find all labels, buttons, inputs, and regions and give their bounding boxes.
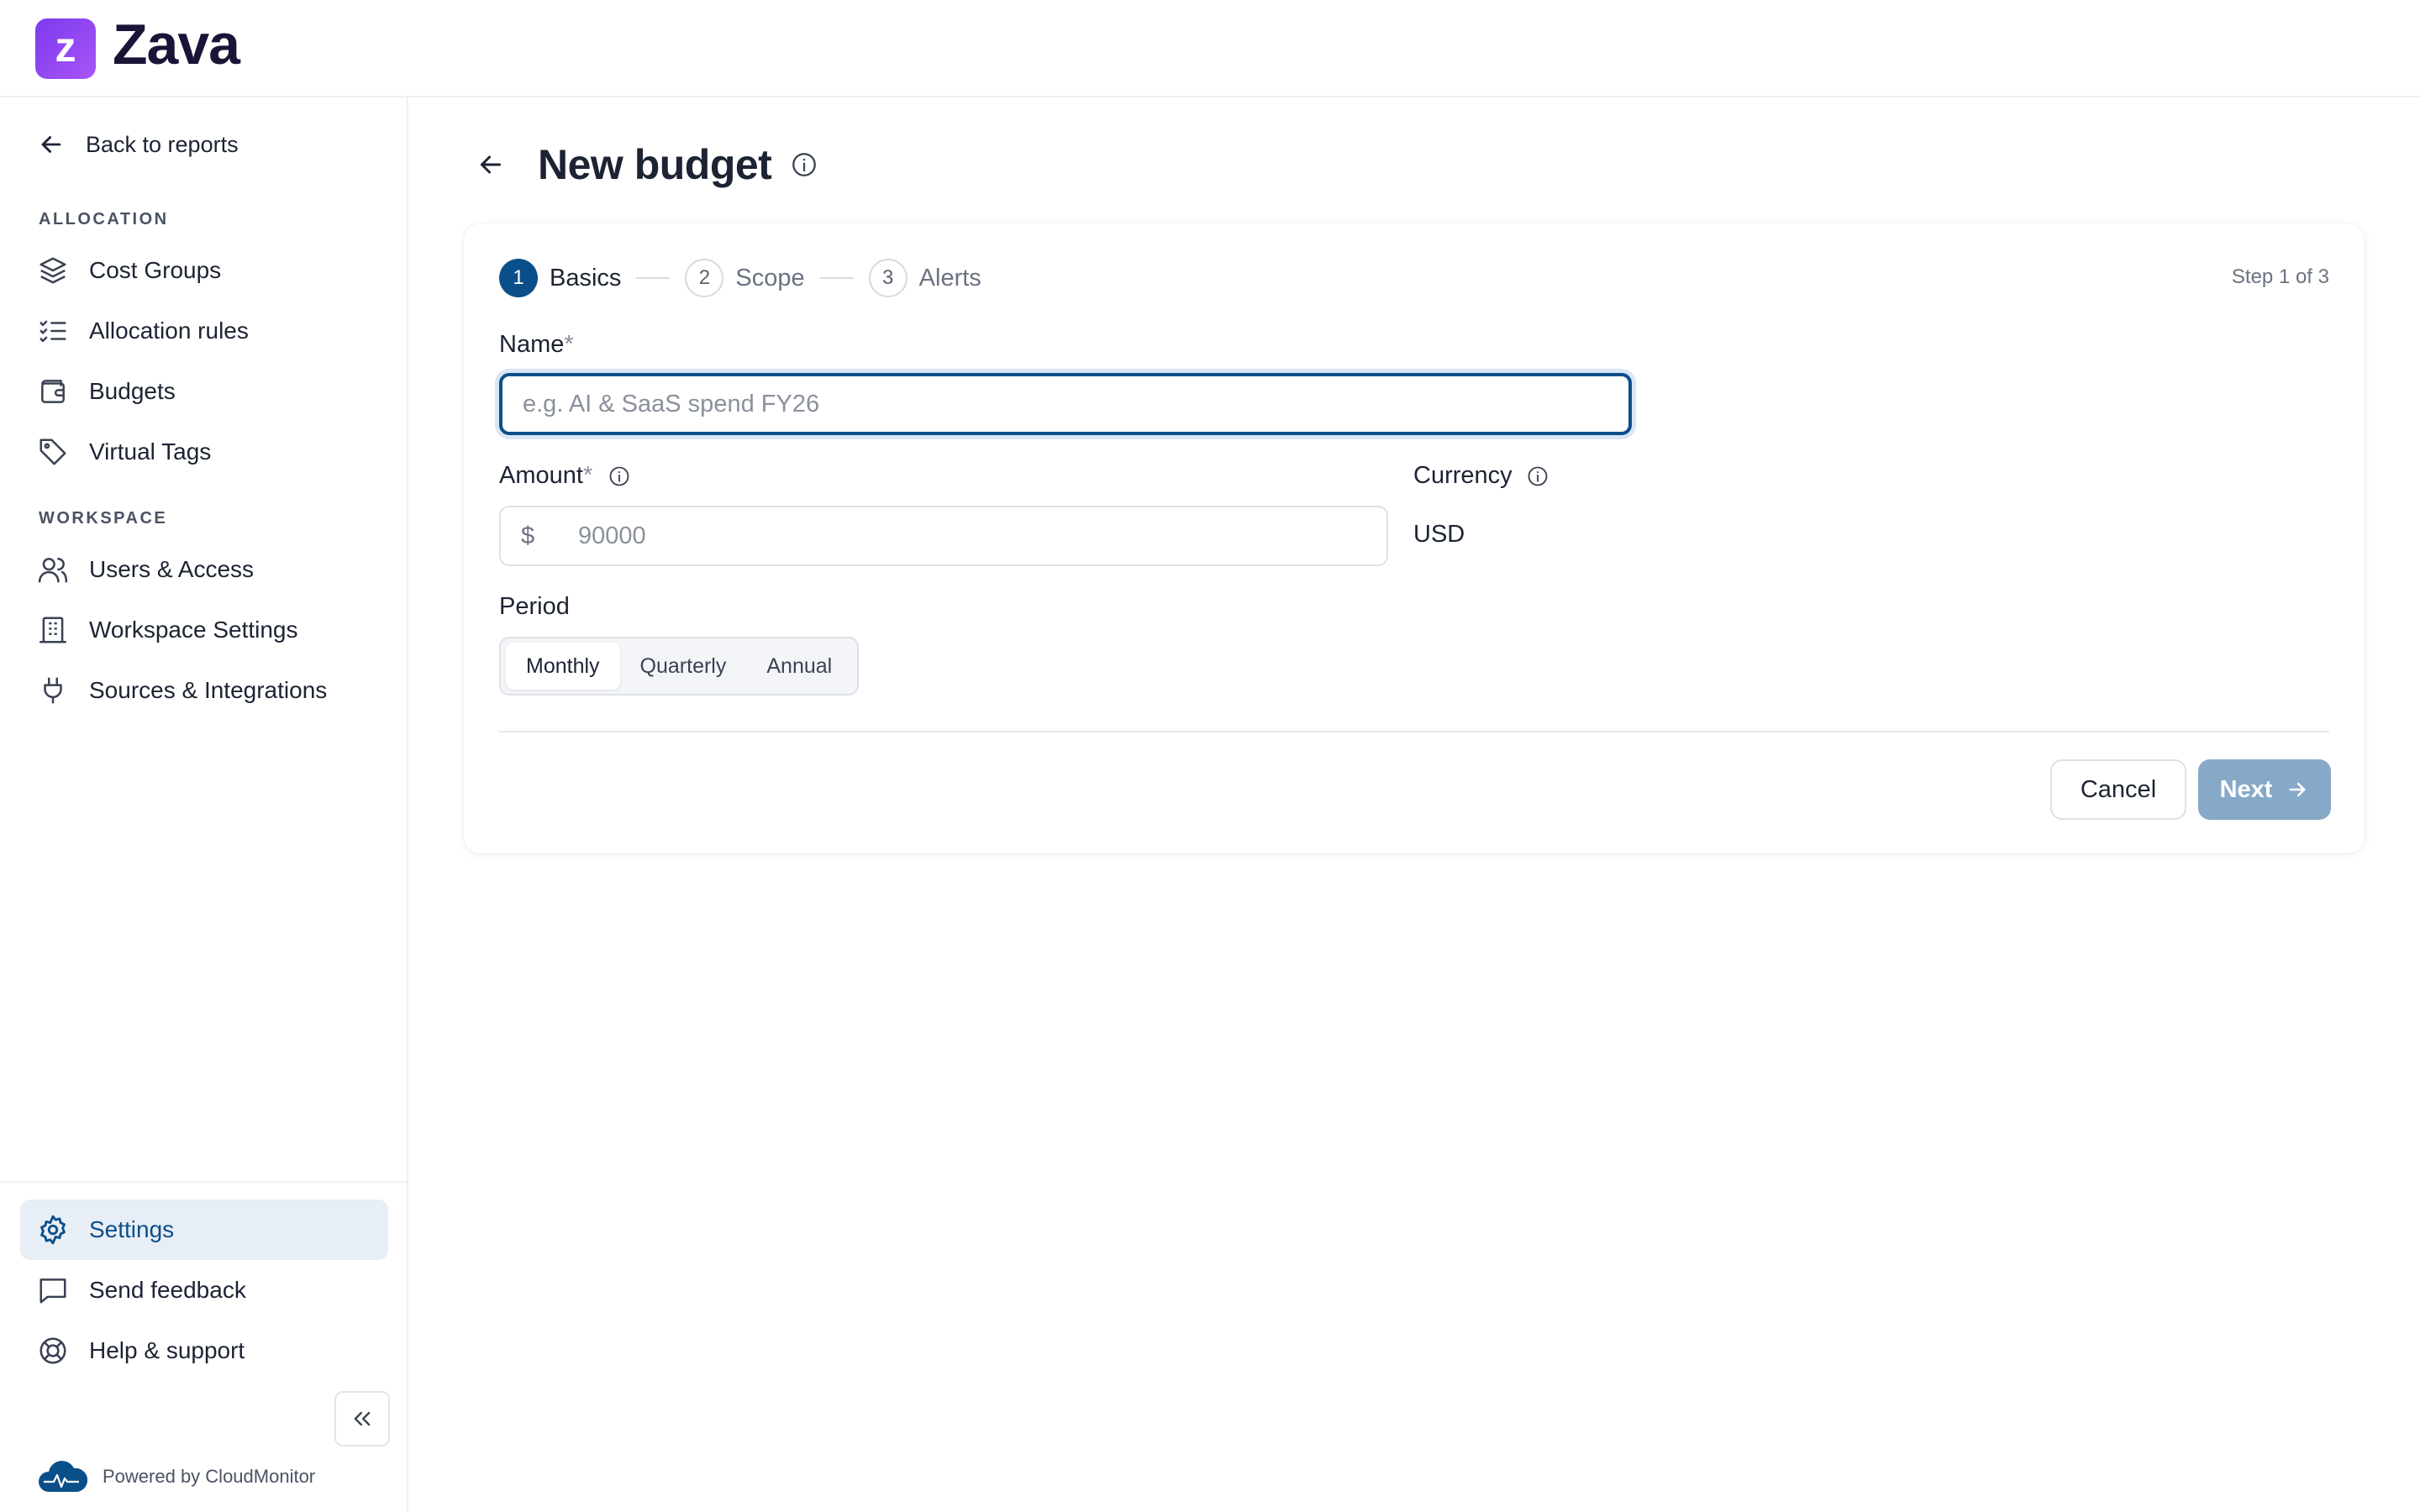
workspace-heading: WORKSPACE [39, 509, 168, 528]
users-icon [37, 554, 69, 585]
page-header: New budget [476, 138, 818, 192]
amount-label: Amount* [499, 462, 631, 490]
chevrons-left-icon [350, 1407, 374, 1431]
brand-logo-letter: z [55, 24, 76, 71]
sidebar-item-send-feedback[interactable]: Send feedback [37, 1272, 246, 1309]
name-label: Name* [499, 331, 574, 359]
message-icon [37, 1274, 69, 1306]
sidebar-item-workspace-settings[interactable]: Workspace Settings [37, 612, 298, 648]
step-3-number[interactable]: 3 [868, 259, 908, 297]
back-to-reports-label: Back to reports [86, 131, 239, 157]
sidebar-item-label: Help & support [89, 1337, 245, 1363]
period-label: Period [499, 593, 570, 620]
sidebar-item-label: Allocation rules [89, 318, 249, 344]
info-icon[interactable] [1526, 465, 1549, 488]
step-connector [636, 277, 671, 279]
sidebar-item-users-access[interactable]: Users & Access [37, 551, 254, 588]
period-option-monthly[interactable]: Monthly [506, 643, 620, 690]
sidebar-item-virtual-tags[interactable]: Virtual Tags [37, 433, 211, 470]
step-3-label[interactable]: Alerts [919, 265, 981, 292]
page-title: New budget [538, 141, 772, 188]
amount-input[interactable] [576, 521, 1336, 551]
back-arrow-icon[interactable] [476, 150, 506, 180]
step-1-number[interactable]: 1 [499, 259, 538, 297]
sidebar-item-cost-groups[interactable]: Cost Groups [37, 252, 221, 289]
sidebar-divider [0, 1181, 407, 1183]
allocation-heading: ALLOCATION [39, 210, 169, 228]
back-to-reports-link[interactable]: Back to reports [37, 126, 239, 163]
currency-label-text: Currency [1413, 462, 1512, 489]
step-2-number[interactable]: 2 [685, 259, 724, 297]
arrow-left-icon [37, 130, 66, 159]
info-icon[interactable] [608, 465, 631, 488]
sidebar-item-label: Send feedback [89, 1277, 246, 1303]
budget-name-input[interactable] [499, 373, 1632, 435]
amount-label-text: Amount [499, 462, 583, 489]
period-option-annual[interactable]: Annual [746, 643, 852, 690]
sidebar-item-help-support[interactable]: Help & support [37, 1332, 245, 1369]
sidebar-item-label: Workspace Settings [89, 617, 298, 643]
sidebar-item-label: Budgets [89, 378, 176, 404]
sidebar-item-settings[interactable]: Settings [37, 1211, 174, 1248]
brand-logo-mark[interactable]: z [35, 18, 96, 79]
checklist-icon [37, 315, 69, 347]
wizard-stepper: 1 Basics 2 Scope 3 Alerts [499, 257, 981, 299]
sidebar-item-sources-integrations[interactable]: Sources & Integrations [37, 672, 327, 709]
currency-value: USD [1413, 521, 1465, 548]
collapse-sidebar-button[interactable] [334, 1391, 390, 1446]
cancel-button[interactable]: Cancel [2050, 759, 2186, 820]
top-bar: z Zava [0, 0, 2420, 97]
wallet-icon [37, 375, 69, 407]
period-option-quarterly[interactable]: Quarterly [620, 643, 747, 690]
step-2-label[interactable]: Scope [735, 265, 804, 292]
step-counter: Step 1 of 3 [2231, 265, 2329, 288]
tag-icon [37, 436, 69, 468]
cloud-pulse-icon [37, 1458, 87, 1495]
step-1-label[interactable]: Basics [550, 265, 621, 292]
sidebar-item-label: Settings [89, 1216, 175, 1242]
layers-icon [37, 255, 69, 286]
building-icon [37, 614, 69, 646]
sidebar-item-label: Users & Access [89, 556, 255, 582]
gear-icon [37, 1214, 69, 1246]
period-segmented-control: Monthly Quarterly Annual [499, 637, 860, 696]
sidebar: Back to reports ALLOCATION Cost Groups A… [0, 97, 408, 1512]
brand-name[interactable]: Zava [113, 12, 240, 77]
currency-label: Currency [1413, 462, 1549, 490]
next-button[interactable]: Next [2198, 759, 2331, 820]
step-connector [819, 277, 854, 279]
name-label-text: Name [499, 331, 565, 358]
amount-field[interactable]: $ [499, 506, 1388, 566]
card-divider [499, 731, 2329, 732]
sidebar-item-allocation-rules[interactable]: Allocation rules [37, 312, 249, 349]
currency-symbol: $ [521, 522, 535, 549]
sidebar-item-label: Sources & Integrations [89, 677, 328, 703]
next-button-label: Next [2219, 775, 2273, 803]
sidebar-item-label: Cost Groups [89, 257, 222, 283]
info-icon[interactable] [790, 150, 818, 179]
budget-wizard-card: 1 Basics 2 Scope 3 Alerts Step 1 of 3 Na… [464, 223, 2365, 853]
powered-by-label: Powered by CloudMonitor [103, 1466, 316, 1487]
required-mark: * [564, 331, 574, 358]
sidebar-item-budgets[interactable]: Budgets [37, 373, 176, 410]
powered-by: Powered by CloudMonitor [37, 1458, 315, 1495]
required-mark: * [582, 462, 593, 489]
sidebar-item-label: Virtual Tags [89, 438, 212, 465]
plug-icon [37, 675, 69, 706]
lifebuoy-icon [37, 1335, 69, 1367]
arrow-right-icon [2286, 778, 2309, 801]
